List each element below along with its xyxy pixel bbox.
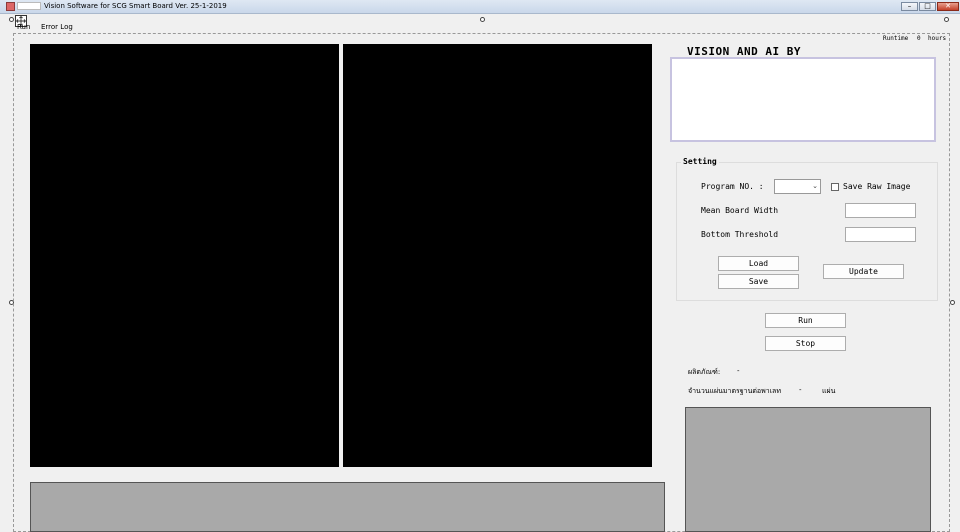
menu-bar: Run Error Log <box>14 22 954 32</box>
app-icon <box>6 2 15 11</box>
mean-board-width-field[interactable] <box>845 203 916 218</box>
runtime-unit: hours <box>928 35 947 42</box>
maximize-button[interactable]: □ <box>919 2 936 11</box>
load-button[interactable]: Load <box>718 256 799 271</box>
standard-count-unit: แผ่น <box>822 387 836 395</box>
bottom-image-panel <box>30 482 665 532</box>
menu-item-error-log[interactable]: Error Log <box>41 23 73 31</box>
standard-count-label: จำนวนแผ่นมาตรฐานต่อพาเลท <box>688 387 781 395</box>
minimize-button[interactable]: – <box>901 2 918 11</box>
save-raw-image-checkbox[interactable] <box>831 183 839 191</box>
program-no-label: Program NO. : <box>701 182 764 191</box>
close-button[interactable]: ✕ <box>937 2 959 11</box>
update-button[interactable]: Update <box>823 264 904 279</box>
stop-button[interactable]: Stop <box>765 336 846 351</box>
setting-group-title: Setting <box>681 157 719 166</box>
bottom-threshold-field[interactable] <box>845 227 916 242</box>
product-value: - <box>737 367 740 375</box>
camera-view-right <box>343 44 652 467</box>
title-redacted-box <box>17 2 41 10</box>
save-button[interactable]: Save <box>718 274 799 289</box>
chevron-down-icon: ⌄ <box>812 182 818 190</box>
runtime-value: 0 <box>917 35 921 42</box>
menu-item-run[interactable]: Run <box>17 23 30 31</box>
run-button[interactable]: Run <box>765 313 846 328</box>
window-title: Vision Software for SCG Smart Board Ver.… <box>44 2 227 10</box>
resize-handle-right[interactable] <box>950 300 955 305</box>
product-image-panel <box>685 407 931 532</box>
bottom-threshold-label: Bottom Threshold <box>701 230 779 239</box>
program-no-select[interactable]: ⌄ <box>774 179 821 194</box>
runtime-label: Runtime <box>883 35 909 42</box>
mean-board-width-label: Mean Board Width <box>701 206 779 215</box>
save-raw-image-label[interactable]: Save Raw Image <box>843 182 910 191</box>
standard-count-value: - <box>799 386 802 394</box>
camera-view-left <box>30 44 339 467</box>
title-bar: Vision Software for SCG Smart Board Ver.… <box>0 0 960 14</box>
logo-box <box>670 57 936 142</box>
product-label: ผลิตภัณฑ์: <box>688 368 721 376</box>
